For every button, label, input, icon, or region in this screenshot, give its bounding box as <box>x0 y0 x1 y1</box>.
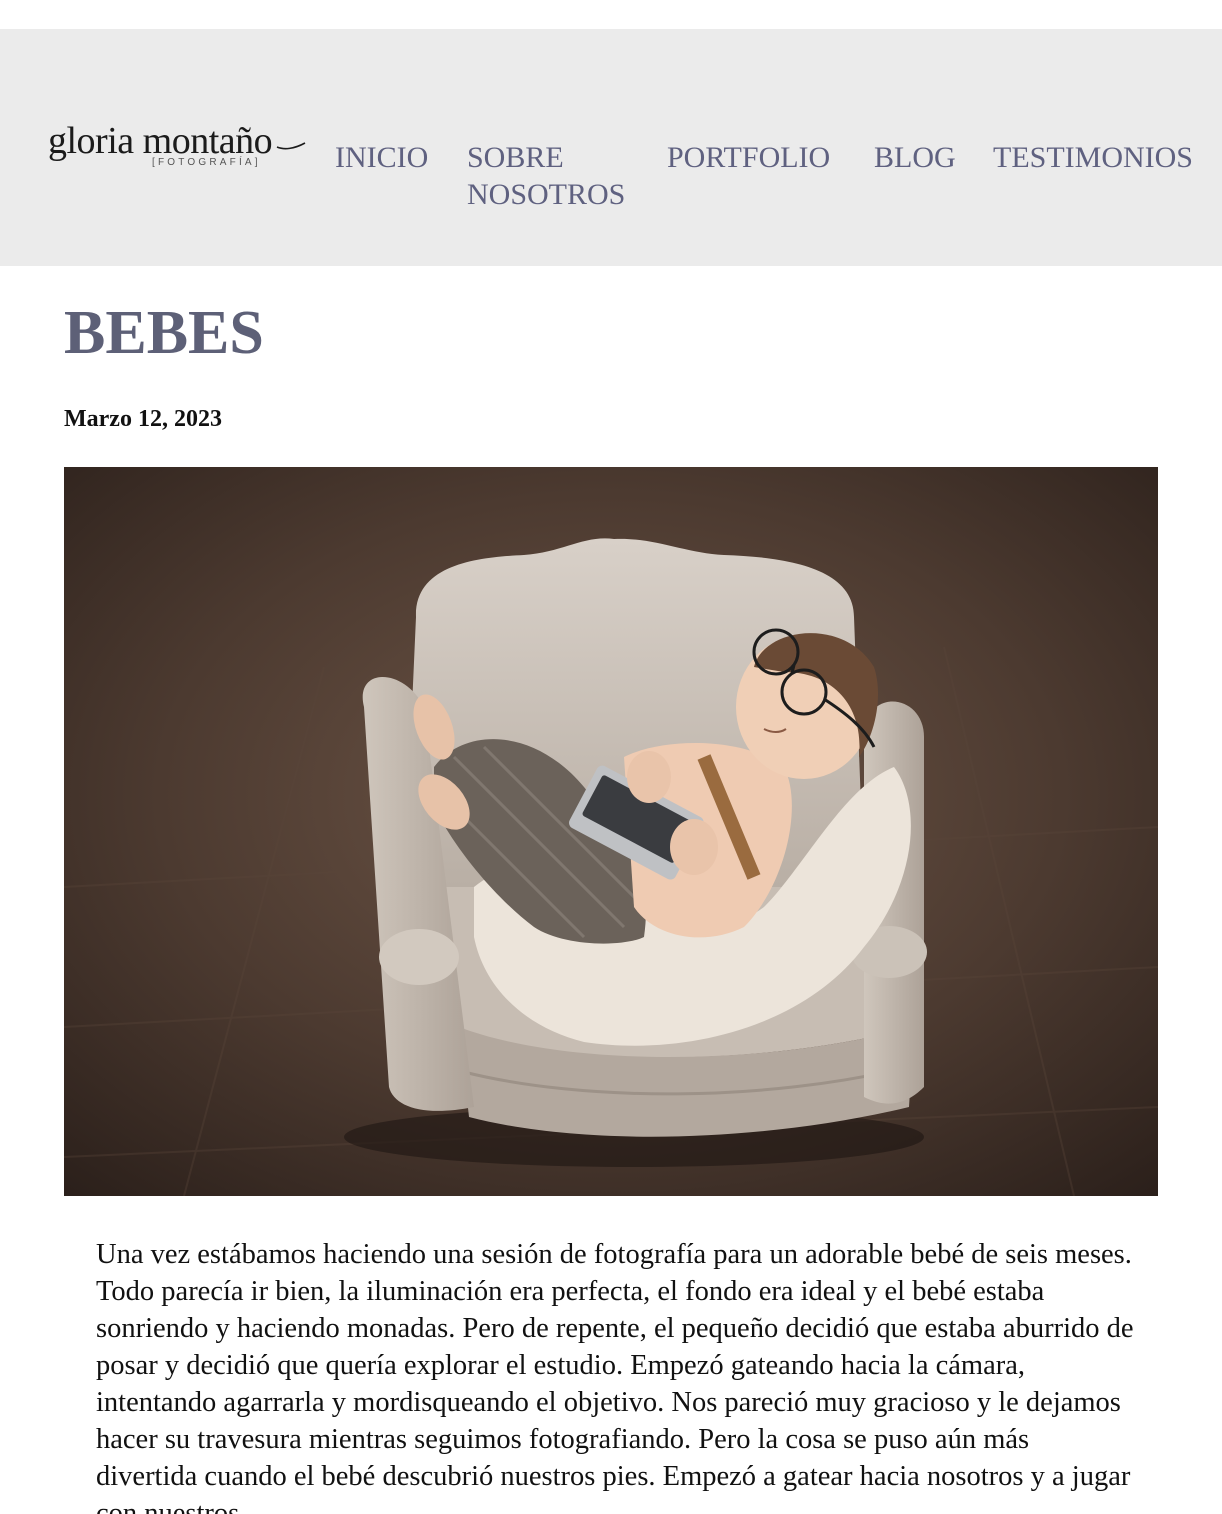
post-photo <box>64 467 1158 1196</box>
nav-item-inicio[interactable]: INICIO <box>335 139 428 176</box>
logo-flourish-icon <box>276 142 306 150</box>
nav-item-testimonios[interactable]: TESTIMONIOS <box>993 139 1193 176</box>
page: gloria montaño [FOTOGRAFÍA] INICIO SOBRE… <box>0 0 1222 1514</box>
nav-item-blog[interactable]: BLOG <box>874 139 956 176</box>
site-logo[interactable]: gloria montaño [FOTOGRAFÍA] <box>48 121 306 173</box>
logo-name: gloria montaño <box>48 120 273 162</box>
nav-item-portfolio[interactable]: PORTFOLIO <box>667 139 830 176</box>
site-header: gloria montaño [FOTOGRAFÍA] INICIO SOBRE… <box>0 29 1222 266</box>
post-date: Marzo 12, 2023 <box>64 406 222 432</box>
logo-tagline: [FOTOGRAFÍA] <box>152 157 261 168</box>
photo-newborn-armchair-icon <box>64 467 1158 1196</box>
post-title: BEBES <box>64 299 264 367</box>
post-body: Una vez estábamos haciendo una sesión de… <box>96 1239 1134 1514</box>
nav-item-sobre-nosotros[interactable]: SOBRE NOSOTROS <box>467 139 647 213</box>
